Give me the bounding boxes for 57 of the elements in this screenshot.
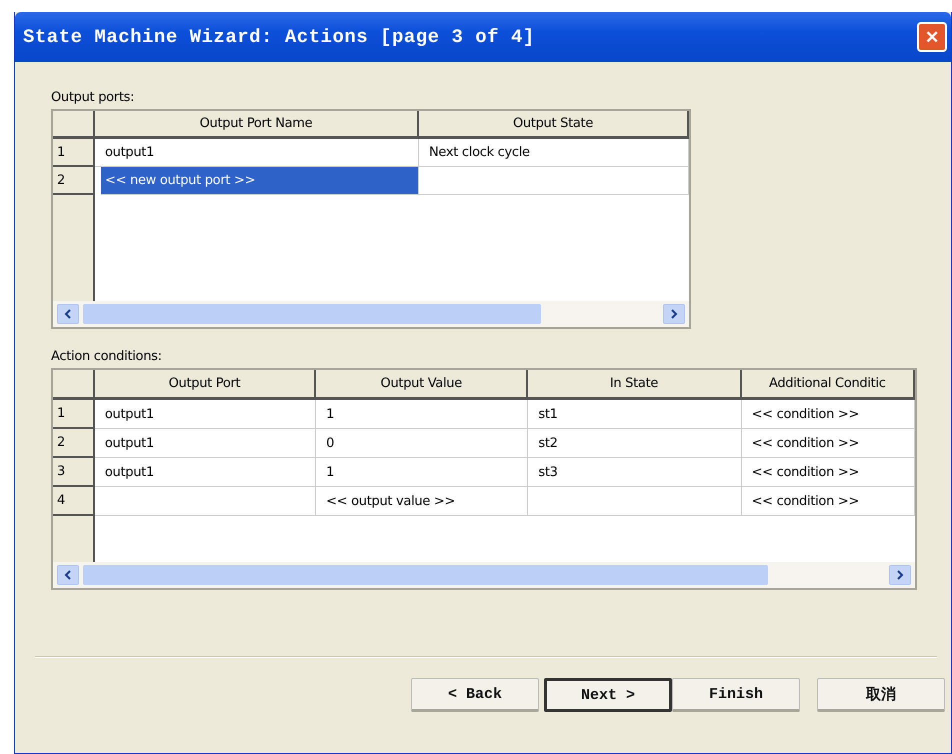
table-cell[interactable]: st3: [528, 458, 742, 487]
table-cell[interactable]: << new output port >>: [101, 167, 419, 195]
chevron-left-icon: [64, 570, 72, 580]
table-cell[interactable]: output1: [95, 139, 419, 167]
table-cell[interactable]: << condition >>: [742, 400, 915, 429]
table-cell[interactable]: [419, 167, 689, 195]
table-cell[interactable]: << condition >>: [742, 487, 915, 516]
scroll-thumb[interactable]: [83, 304, 541, 324]
scroll-left-button[interactable]: [57, 304, 79, 324]
window-title: State Machine Wizard: Actions [page 3 of 4]: [23, 26, 535, 48]
corner-header: [53, 111, 95, 139]
table-cell[interactable]: output1: [94, 429, 316, 458]
column-header[interactable]: Output Port: [94, 370, 316, 400]
column-header[interactable]: Output State: [419, 111, 689, 139]
section-label: Output ports:: [51, 90, 136, 105]
table-cell[interactable]: << condition >>: [742, 429, 915, 458]
horizontal-scrollbar[interactable]: [53, 301, 689, 327]
scroll-left-button[interactable]: [57, 565, 79, 585]
column-header[interactable]: In State: [528, 370, 742, 400]
row-number[interactable]: 1: [53, 400, 95, 429]
chevron-left-icon: [64, 309, 72, 319]
wizard-button[interactable]: 取消: [817, 678, 945, 712]
column-header[interactable]: Additional Conditic: [742, 370, 915, 400]
table-cell[interactable]: 1: [316, 458, 528, 487]
corner-header: [53, 370, 95, 400]
row-number[interactable]: 4: [53, 487, 95, 516]
column-header[interactable]: Output Value: [316, 370, 528, 400]
chevron-right-icon: [670, 309, 678, 319]
horizontal-scrollbar[interactable]: [53, 562, 915, 588]
table-cell[interactable]: output1: [94, 400, 316, 429]
wizard-button[interactable]: Next >: [544, 678, 672, 712]
scroll-right-button[interactable]: [663, 304, 685, 324]
chevron-right-icon: [896, 570, 904, 580]
section-label: Action conditions:: [51, 349, 163, 364]
table-cell[interactable]: 0: [316, 429, 528, 458]
scroll-thumb[interactable]: [83, 565, 768, 585]
column-header[interactable]: Output Port Name: [95, 111, 419, 139]
table-cell[interactable]: [94, 487, 316, 516]
table-cell[interactable]: output1: [94, 458, 316, 487]
row-number[interactable]: 2: [53, 167, 95, 195]
wizard-button[interactable]: < Back: [411, 678, 539, 712]
wizard-button[interactable]: Finish: [672, 678, 800, 712]
data-grid[interactable]: Output Port Name Output State 1 output1 Next clock cycle 2 << new output port >>: [51, 109, 691, 329]
table-cell[interactable]: 1: [316, 400, 528, 429]
row-number[interactable]: 3: [53, 458, 95, 487]
row-number[interactable]: 2: [53, 429, 95, 458]
scroll-right-button[interactable]: [889, 565, 911, 585]
row-header-strip: [53, 516, 95, 562]
row-number[interactable]: 1: [53, 139, 95, 167]
table-cell[interactable]: << output value >>: [316, 487, 528, 516]
data-grid[interactable]: Output Port Output Value In State Additional Conditic 1 output1 1 st1 << condition >> 2 output1 0 st2 << condition >> 3 output1 1 st3 << condition >> 4 << output value >> << condition >>: [51, 368, 917, 590]
close-button[interactable]: ✕: [917, 22, 947, 52]
table-cell[interactable]: Next clock cycle: [419, 139, 689, 167]
table-cell[interactable]: << condition >>: [742, 458, 915, 487]
table-cell[interactable]: st1: [528, 400, 742, 429]
table-cell[interactable]: st2: [528, 429, 742, 458]
table-cell[interactable]: [528, 487, 742, 516]
